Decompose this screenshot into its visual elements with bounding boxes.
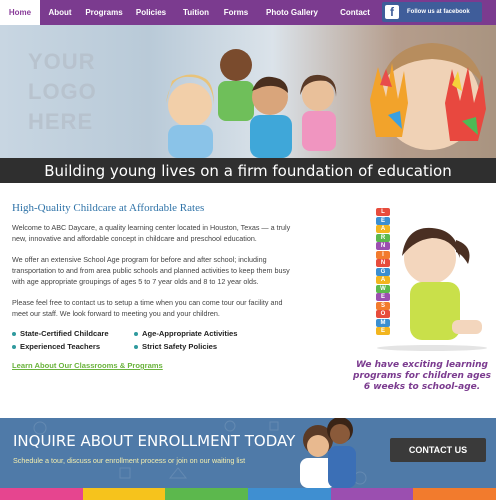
- enrollment-banner: INQUIRE ABOUT ENROLLMENT TODAY Schedule …: [0, 418, 496, 488]
- main-content: High-Quality Childcare at Affordable Rat…: [12, 202, 292, 370]
- page-heading: High-Quality Childcare at Affordable Rat…: [12, 202, 205, 214]
- feature-list: State-Certified Childcare Age-Appropriat…: [12, 329, 292, 351]
- facebook-icon: f: [385, 5, 399, 19]
- stripe-segment: [165, 488, 249, 500]
- letter-block: I: [376, 250, 390, 259]
- stripe-segment: [248, 488, 331, 500]
- bullet-icon: [134, 344, 138, 349]
- bullet-icon: [134, 331, 138, 336]
- program-paragraph: We offer an extensive School Age program…: [12, 255, 290, 286]
- nav-forms[interactable]: Forms: [218, 0, 254, 25]
- letter-block: N: [376, 259, 390, 267]
- letter-block: E: [376, 216, 390, 225]
- letter-block: N: [376, 242, 390, 250]
- contact-paragraph: Please feel free to contact us to setup …: [12, 298, 283, 318]
- letter-block: M: [376, 318, 390, 327]
- bullet-icon: [12, 344, 16, 349]
- intro-paragraph: Welcome to ABC Daycare, a quality learni…: [12, 223, 291, 243]
- stripe-segment: [413, 488, 496, 500]
- hero-caption: Building young lives on a firm foundatio…: [0, 158, 496, 183]
- letter-block: A: [376, 276, 390, 284]
- letter-block: R: [376, 233, 390, 242]
- feature-item: Age-Appropriate Activities: [134, 329, 284, 338]
- letter-block: L: [376, 208, 390, 216]
- stripe-segment: [0, 488, 83, 500]
- letter-blocks: LEARNINGAWESOME: [366, 202, 476, 352]
- letter-block: O: [376, 310, 390, 318]
- bullet-icon: [12, 331, 16, 336]
- enroll-title: INQUIRE ABOUT ENROLLMENT TODAY: [13, 432, 296, 450]
- color-stripe: [0, 488, 496, 500]
- nav-photo-gallery[interactable]: Photo Gallery: [254, 0, 330, 25]
- facebook-label: Follow us at facebook: [407, 9, 470, 15]
- nav-about[interactable]: About: [40, 0, 80, 25]
- letter-block: S: [376, 301, 390, 310]
- contact-us-button[interactable]: CONTACT US: [390, 438, 486, 462]
- feature-item: Experienced Teachers: [12, 342, 134, 351]
- nav-contact[interactable]: Contact: [330, 0, 380, 25]
- learn-more-link[interactable]: Learn About Our Classrooms & Programs: [12, 361, 292, 370]
- facebook-button[interactable]: f Follow us at facebook: [382, 2, 482, 22]
- programs-caption: We have exciting learning programs for c…: [353, 360, 491, 392]
- top-nav: Home About Programs Policies Tuition For…: [0, 0, 496, 25]
- letter-block: W: [376, 284, 390, 293]
- letter-block: E: [376, 293, 390, 301]
- letter-block: A: [376, 225, 390, 233]
- letter-block: G: [376, 267, 390, 276]
- nav-home[interactable]: Home: [0, 0, 40, 25]
- stripe-segment: [82, 488, 166, 500]
- nav-programs[interactable]: Programs: [80, 0, 128, 25]
- nav-policies[interactable]: Policies: [128, 0, 174, 25]
- nav-tuition[interactable]: Tuition: [174, 0, 218, 25]
- enroll-subtitle: Schedule a tour, discuss our enrollment …: [13, 456, 246, 465]
- stripe-segment: [330, 488, 414, 500]
- hero-photo: [166, 43, 486, 158]
- feature-item: Strict Safety Policies: [134, 342, 284, 351]
- feature-item: State-Certified Childcare: [12, 329, 134, 338]
- hero-banner: YOUR LOGO HERE: [0, 25, 496, 158]
- letter-block: E: [376, 327, 390, 335]
